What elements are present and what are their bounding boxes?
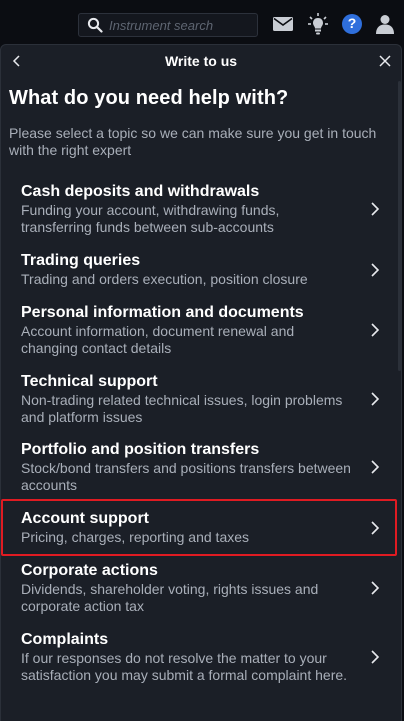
topic-title: Portfolio and position transfers bbox=[21, 441, 260, 458]
topic-description: Funding your account, withdrawing funds,… bbox=[21, 202, 280, 235]
topic-description: If our responses do not resolve the matt… bbox=[21, 650, 348, 683]
topic-title: Cash deposits and withdrawals bbox=[21, 183, 260, 200]
chevron-right-icon bbox=[369, 520, 381, 536]
close-icon[interactable] bbox=[377, 53, 393, 69]
scrollbar[interactable] bbox=[398, 81, 401, 371]
chevron-right-icon bbox=[369, 459, 381, 475]
chevron-right-icon bbox=[369, 201, 381, 217]
panel-header: Write to us bbox=[1, 45, 401, 77]
intro-text: Please select a topic so we can make sur… bbox=[9, 125, 377, 158]
help-icon[interactable]: ? bbox=[342, 13, 362, 35]
topic-account-support[interactable]: Account support Pricing, charges, report… bbox=[1, 499, 397, 556]
topic-description: Account information, document renewal an… bbox=[21, 323, 295, 356]
search-icon bbox=[87, 17, 103, 33]
topic-technical-support[interactable]: Technical support Non-trading related te… bbox=[1, 372, 397, 426]
topic-description: Pricing, charges, reporting and taxes bbox=[21, 529, 250, 545]
user-icon[interactable] bbox=[376, 13, 394, 35]
search-placeholder: Instrument search bbox=[109, 17, 214, 33]
chevron-right-icon bbox=[369, 262, 381, 278]
help-badge-text: ? bbox=[347, 15, 357, 31]
lightbulb-icon[interactable] bbox=[308, 13, 328, 35]
chevron-right-icon bbox=[369, 391, 381, 407]
topic-personal-information-and-documents[interactable]: Personal information and documents Accou… bbox=[1, 303, 397, 357]
page-heading: What do you need help with? bbox=[9, 87, 289, 109]
topic-title: Technical support bbox=[21, 373, 158, 390]
mail-icon[interactable] bbox=[273, 13, 293, 35]
chevron-right-icon bbox=[369, 580, 381, 596]
topic-title: Trading queries bbox=[21, 252, 141, 269]
topic-description: Stock/bond transfers and positions trans… bbox=[21, 460, 351, 493]
topic-cash-deposits-and-withdrawals[interactable]: Cash deposits and withdrawals Funding yo… bbox=[1, 182, 397, 236]
topic-title: Account support bbox=[21, 510, 149, 527]
topic-complaints[interactable]: Complaints If our responses do not resol… bbox=[1, 630, 397, 684]
chevron-right-icon bbox=[369, 649, 381, 665]
topic-title: Personal information and documents bbox=[21, 304, 304, 321]
topic-description: Dividends, shareholder voting, rights is… bbox=[21, 581, 319, 614]
topic-corporate-actions[interactable]: Corporate actions Dividends, shareholder… bbox=[1, 561, 397, 615]
topic-trading-queries[interactable]: Trading queries Trading and orders execu… bbox=[1, 251, 397, 288]
topic-portfolio-and-position-transfers[interactable]: Portfolio and position transfers Stock/b… bbox=[1, 440, 397, 494]
top-bar: Instrument search ? bbox=[0, 0, 404, 44]
topic-description: Non-trading related technical issues, lo… bbox=[21, 392, 343, 425]
panel-title: Write to us bbox=[164, 53, 238, 69]
instrument-search-input[interactable]: Instrument search bbox=[78, 13, 258, 37]
write-to-us-panel: Write to us What do you need help with? … bbox=[0, 44, 402, 721]
topic-title: Corporate actions bbox=[21, 562, 158, 579]
chevron-right-icon bbox=[369, 322, 381, 338]
topic-title: Complaints bbox=[21, 631, 109, 648]
topic-description: Trading and orders execution, position c… bbox=[21, 271, 308, 287]
